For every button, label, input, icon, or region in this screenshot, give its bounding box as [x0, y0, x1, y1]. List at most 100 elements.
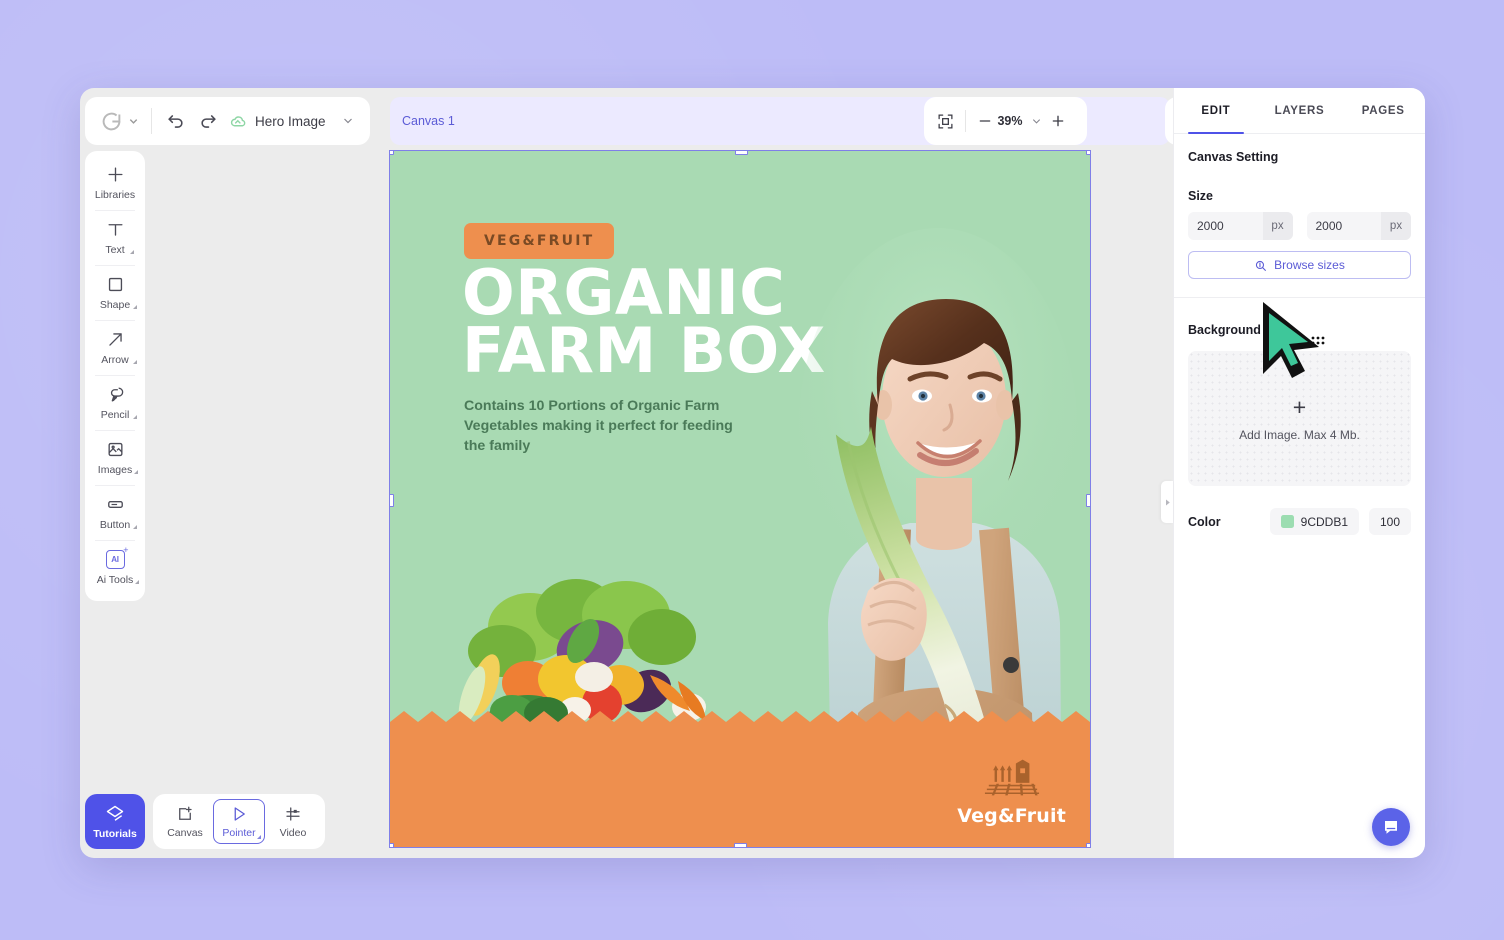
submenu-indicator [135, 580, 139, 584]
color-swatch[interactable] [1280, 515, 1294, 528]
document-menu-chevron-down-icon[interactable] [342, 115, 354, 127]
tool-label: Images [97, 464, 133, 476]
selection-handle-bottom[interactable] [734, 843, 747, 847]
tab-edit[interactable]: EDIT [1174, 88, 1258, 134]
brand-name: Veg&Fruit [957, 805, 1066, 827]
pointer-icon [234, 806, 245, 821]
mode-pointer[interactable]: Pointer [213, 799, 265, 844]
submenu-indicator [133, 305, 137, 309]
tab-pages[interactable]: PAGES [1341, 88, 1425, 133]
selection-handle-top[interactable] [735, 151, 748, 155]
tool-label: Arrow [101, 354, 129, 366]
width-input[interactable] [1188, 219, 1263, 233]
background-image-dropzone[interactable]: + Add Image. Max 4 Mb. [1188, 351, 1411, 486]
selection-handle-top-left[interactable] [390, 151, 394, 155]
design-canvas[interactable]: VEG&FRUIT ORGANIC FARM BOX Contains 10 P… [389, 150, 1091, 848]
app-logo-button[interactable] [85, 111, 151, 132]
submenu-indicator [133, 525, 137, 529]
video-timeline-icon [286, 806, 300, 821]
mode-canvas[interactable]: Canvas [159, 799, 211, 844]
selection-handle-top-right[interactable] [1086, 151, 1090, 155]
chevron-down-icon [129, 118, 138, 124]
farm-field-icon [984, 759, 1039, 796]
selection-handle-right[interactable] [1086, 494, 1090, 507]
panel-divider [1174, 297, 1425, 298]
badge-veg-fruit[interactable]: VEG&FRUIT [464, 223, 615, 259]
app-window: Hero Image Canvas 1 39% Share Download L… [80, 88, 1425, 858]
selection-handle-left[interactable] [390, 494, 394, 507]
size-row: px px [1188, 212, 1411, 240]
tool-arrow[interactable]: Arrow [85, 320, 145, 375]
tool-label: Libraries [94, 189, 136, 201]
tool-label: Shape [99, 299, 131, 311]
mode-label: Video [279, 826, 307, 839]
brand-block: Veg&Fruit [957, 759, 1066, 827]
zoom-divider [965, 110, 966, 132]
mode-label: Canvas [167, 826, 203, 839]
tab-layers[interactable]: LAYERS [1258, 88, 1342, 133]
cloud-saved-icon [230, 115, 246, 126]
selection-handle-bottom-left[interactable] [390, 843, 394, 847]
color-hex-field[interactable]: 9CDDB1 [1269, 508, 1359, 535]
height-unit: px [1381, 212, 1411, 240]
color-hex-value: 9CDDB1 [1300, 514, 1348, 529]
tool-label: Text [105, 244, 125, 256]
subcopy-text[interactable]: Contains 10 Portions of Organic Farm Veg… [464, 396, 754, 456]
browse-sizes-button[interactable]: Browse sizes [1188, 251, 1411, 279]
color-alpha-field[interactable]: 100 [1369, 508, 1411, 535]
tool-button[interactable]: Button [85, 485, 145, 540]
width-field[interactable]: px [1188, 212, 1293, 240]
layers-diamond-icon [106, 805, 124, 821]
document-title: Hero Image [255, 113, 326, 129]
zoom-in-icon[interactable] [1050, 113, 1066, 129]
selection-handle-bottom-right[interactable] [1086, 843, 1090, 847]
tab-canvas-1[interactable]: Canvas 1 [402, 114, 455, 128]
square-icon [108, 277, 122, 292]
zoom-out-icon[interactable] [977, 113, 993, 129]
zoom-level-value: 39% [997, 114, 1023, 128]
tutorials-button[interactable]: Tutorials [85, 794, 145, 849]
tool-pencil[interactable]: Pencil [85, 375, 145, 430]
panel-body: Canvas Setting Size px px Browse sizes B… [1174, 134, 1425, 535]
submenu-indicator [257, 835, 261, 839]
panel-tabs: EDIT LAYERS PAGES [1174, 88, 1425, 134]
panel-collapse-handle[interactable] [1161, 481, 1173, 523]
tool-label: Pencil [100, 409, 130, 421]
support-chat-button[interactable] [1372, 808, 1410, 846]
redo-icon[interactable] [199, 112, 218, 131]
add-image-plus-icon: + [1292, 393, 1307, 420]
mode-label: Pointer [222, 826, 256, 839]
g-logo-icon [102, 112, 121, 130]
search-sizes-icon [1256, 260, 1267, 271]
tool-images[interactable]: Images [85, 430, 145, 485]
undo-icon[interactable] [166, 112, 185, 131]
tutorials-label: Tutorials [93, 827, 137, 840]
tool-ai-tools[interactable]: AI Ai Tools [85, 540, 145, 595]
tool-label: Ai Tools [96, 574, 134, 586]
tool-libraries[interactable]: Libraries [85, 155, 145, 210]
arrow-icon [108, 333, 122, 346]
submenu-indicator [130, 250, 134, 254]
height-input[interactable] [1306, 219, 1381, 233]
color-row: Color 9CDDB1 100 [1188, 508, 1411, 535]
color-label: Color [1188, 514, 1221, 529]
mode-video[interactable]: Video [267, 799, 319, 844]
fit-to-screen-icon[interactable] [937, 113, 954, 130]
height-field[interactable]: px [1306, 212, 1411, 240]
ai-icon: AI [105, 545, 129, 569]
canvas-setting-title: Canvas Setting [1188, 150, 1279, 164]
tool-shape[interactable]: Shape [85, 265, 145, 320]
background-label: Background [1188, 323, 1261, 337]
mode-bar: Canvas Pointer Video [153, 794, 325, 849]
footer-band: Veg&Fruit [390, 729, 1090, 847]
tool-text[interactable]: Text [85, 210, 145, 265]
button-icon [107, 501, 123, 508]
canvas-add-icon [179, 806, 192, 820]
width-unit: px [1262, 212, 1293, 240]
add-image-hint: Add Image. Max 4 Mb. [1239, 427, 1360, 442]
browse-sizes-label: Browse sizes [1274, 258, 1345, 272]
zoom-chevron-down-icon[interactable] [1031, 116, 1042, 127]
zoom-toolbar: 39% [924, 97, 1087, 145]
text-icon [107, 224, 123, 236]
tool-label: Button [99, 519, 131, 531]
